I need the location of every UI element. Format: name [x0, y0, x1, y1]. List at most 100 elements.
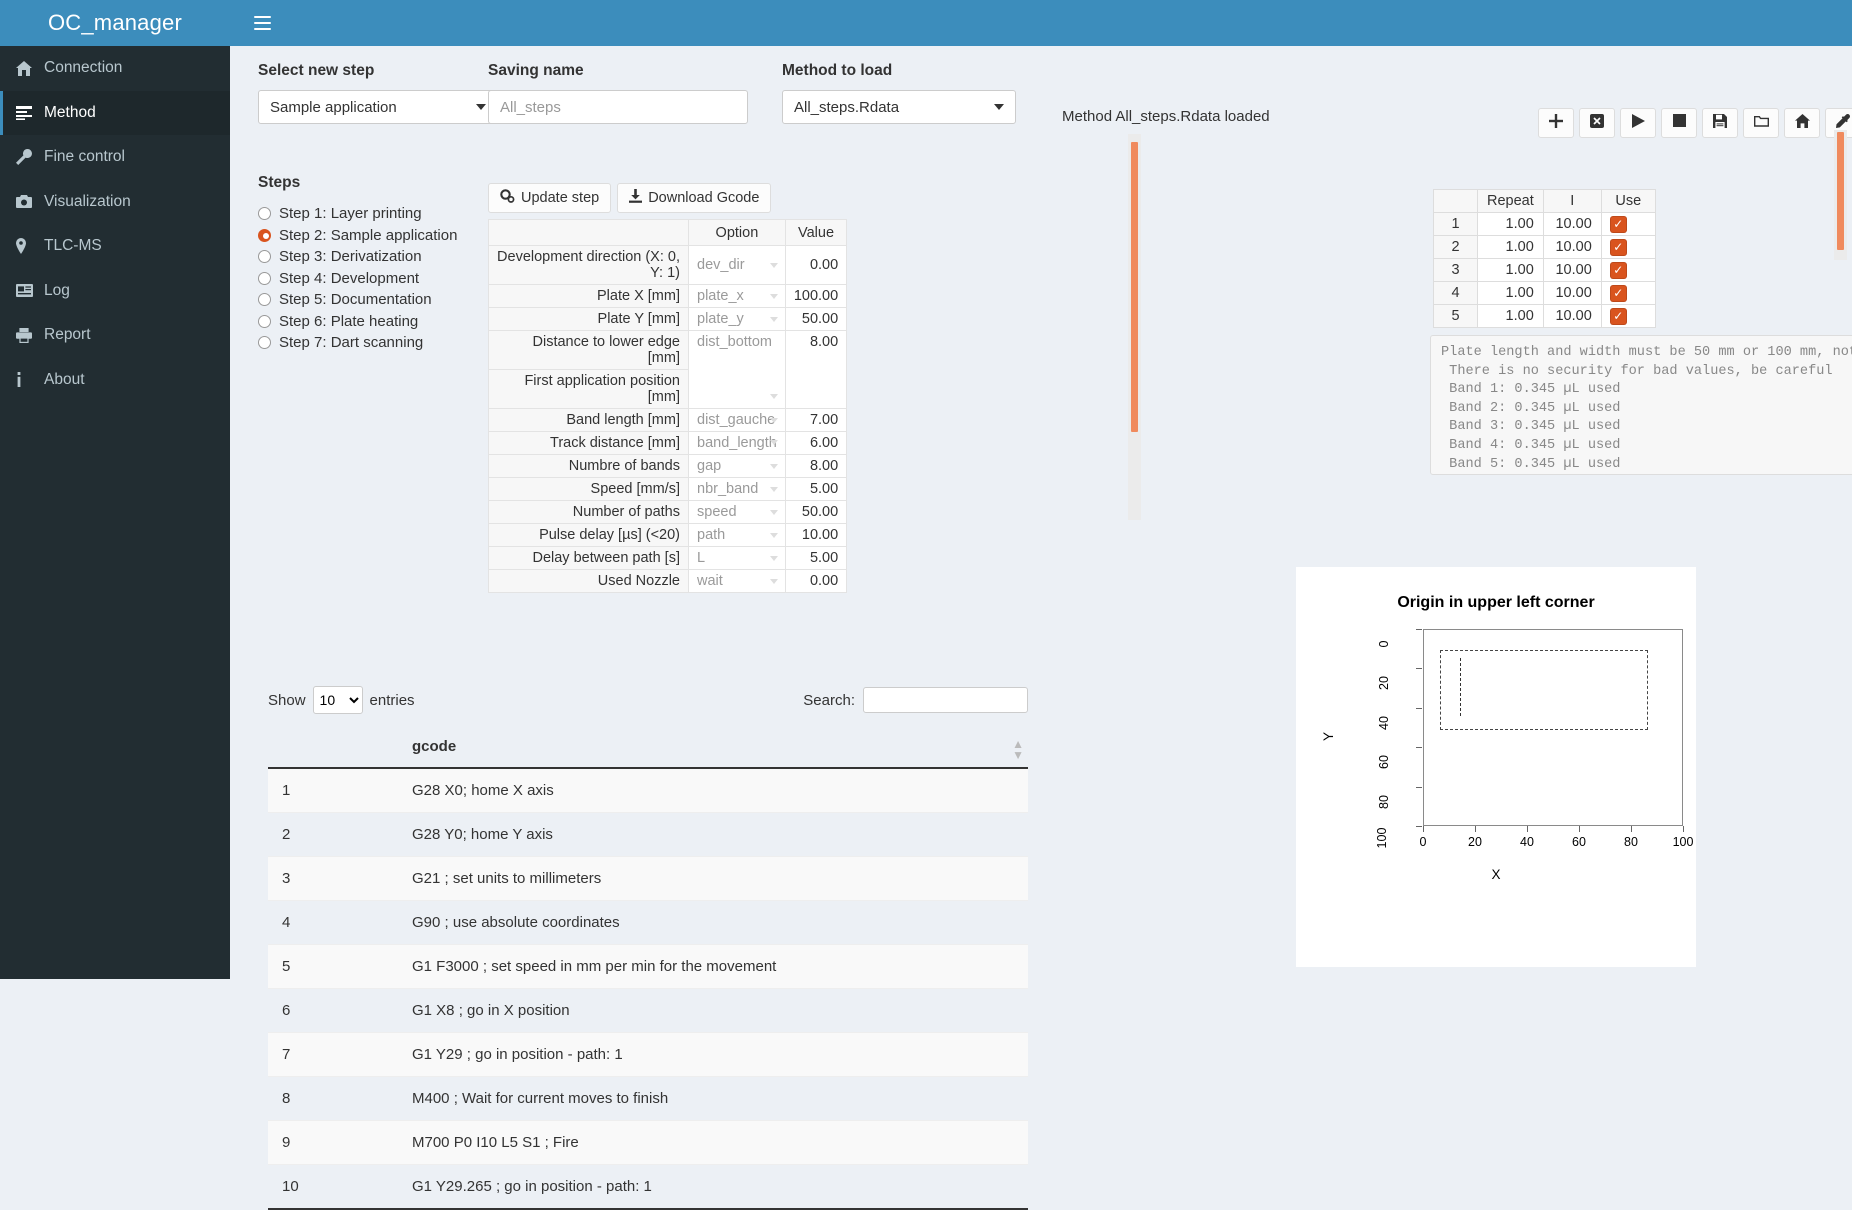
use-checkbox[interactable]: ✓ [1609, 215, 1627, 233]
step-radio-1[interactable]: Step 1: Layer printing [258, 203, 508, 225]
param-label: Track distance [mm] [488, 431, 689, 455]
param-value[interactable]: 10.00 [784, 523, 848, 547]
table-row: Development direction (X: 0, Y: 1) dev_d… [488, 245, 848, 285]
sidebar-item-method[interactable]: Method [0, 90, 230, 135]
step-radio-5[interactable]: Step 5: Documentation [258, 289, 508, 311]
step-radio-7[interactable]: Step 7: Dart scanning [258, 332, 508, 354]
use-checkbox[interactable]: ✓ [1609, 284, 1627, 302]
download-gcode-button[interactable]: Download Gcode [617, 183, 772, 213]
param-option[interactable]: speed [688, 500, 786, 524]
sidebar-item-visualization[interactable]: Visualization [0, 180, 230, 225]
param-value[interactable]: 0.00 [784, 569, 848, 593]
plot-y-axis-label: Y [1321, 731, 1337, 742]
row-intensity[interactable]: 10.00 [1542, 235, 1602, 259]
param-option[interactable]: plate_x [688, 284, 786, 308]
scrollbar-thumb[interactable] [1131, 142, 1138, 432]
open-folder-button[interactable] [1743, 108, 1779, 138]
save-button[interactable] [1702, 108, 1738, 138]
row-repeat[interactable]: 1.00 [1477, 235, 1544, 259]
repeat-table-scrollbar[interactable] [1128, 134, 1141, 520]
app-logo[interactable]: OC_manager [0, 0, 230, 46]
param-option[interactable]: plate_y [688, 307, 786, 331]
sidebar-item-log[interactable]: Log [0, 269, 230, 314]
param-value[interactable]: 50.00 [784, 500, 848, 524]
step-radio-2[interactable]: Step 2: Sample application [258, 225, 508, 247]
param-option[interactable]: dist_bottom [688, 330, 786, 409]
param-option[interactable]: gap [688, 454, 786, 478]
home-button[interactable] [1784, 108, 1820, 138]
param-option[interactable]: path [688, 523, 786, 547]
stop-button[interactable] [1661, 108, 1697, 138]
param-option[interactable]: dist_gauche [688, 408, 786, 432]
row-gcode: G28 Y0; home Y axis [346, 812, 1028, 857]
row-gcode: G1 F3000 ; set speed in mm per min for t… [346, 944, 1028, 989]
search-input[interactable] [863, 687, 1028, 713]
row-repeat[interactable]: 1.00 [1477, 304, 1544, 328]
repeat-index-header [1433, 189, 1478, 213]
sidebar-item-label: TLC-MS [44, 237, 102, 255]
main-content: Select new step Sample application Steps… [230, 46, 1852, 1210]
gcode-column-header[interactable]: gcode ▲ ▼ [346, 730, 1028, 769]
plot-x-axis-label: X [1491, 867, 1501, 882]
use-checkbox[interactable]: ✓ [1609, 307, 1627, 325]
newspaper-icon [16, 284, 44, 298]
row-intensity[interactable]: 10.00 [1542, 212, 1602, 236]
use-checkbox[interactable]: ✓ [1609, 238, 1627, 256]
select-new-step-dropdown[interactable]: Sample application [258, 90, 498, 124]
row-repeat[interactable]: 1.00 [1477, 258, 1544, 282]
param-value[interactable]: 8.00 [784, 454, 848, 478]
param-value[interactable]: 5.00 [784, 546, 848, 570]
param-label: Development direction (X: 0, Y: 1) [488, 245, 689, 285]
table-row: 10 G1 Y29.265 ; go in position - path: 1 [268, 1164, 1028, 1210]
step-radio-4[interactable]: Step 4: Development [258, 268, 508, 290]
param-value[interactable]: 6.00 [784, 431, 848, 455]
param-value[interactable]: 100.00 [784, 284, 848, 308]
param-option[interactable]: dev_dir [688, 245, 786, 285]
use-checkbox[interactable]: ✓ [1609, 261, 1627, 279]
row-intensity[interactable]: 10.00 [1542, 281, 1602, 305]
param-value[interactable]: 50.00 [784, 307, 848, 331]
saving-name-input[interactable]: All_steps [488, 90, 748, 124]
param-option[interactable]: band_length [688, 431, 786, 455]
param-option[interactable]: wait [688, 569, 786, 593]
plot-frame [1423, 629, 1683, 826]
row-intensity[interactable]: 10.00 [1542, 258, 1602, 282]
step-radio-6[interactable]: Step 6: Plate heating [258, 311, 508, 333]
search-control: Search: [803, 687, 1028, 713]
sidebar-item-fine-control[interactable]: Fine control [0, 135, 230, 180]
play-button[interactable] [1620, 108, 1656, 138]
parameters-table: Option Value Development direction (X: 0… [488, 219, 848, 593]
page-scrollbar[interactable] [1834, 130, 1847, 260]
sidebar-item-report[interactable]: Report [0, 313, 230, 358]
row-repeat[interactable]: 1.00 [1477, 212, 1544, 236]
stop-icon [1672, 114, 1686, 132]
gcode-table: gcode ▲ ▼ 1 G28 X0; home X axis 2 G28 Y0; h… [268, 730, 1028, 1210]
param-option-text: nbr_band [697, 481, 759, 497]
param-option-text: gap [697, 458, 722, 474]
chevron-down-icon [769, 464, 778, 469]
row-repeat[interactable]: 1.00 [1477, 281, 1544, 305]
delete-button[interactable] [1579, 108, 1615, 138]
table-row: 1 1.00 10.00 ✓ [1433, 212, 1656, 236]
sidebar-item-about[interactable]: About [0, 358, 230, 403]
scrollbar-thumb[interactable] [1837, 132, 1844, 250]
sidebar-item-tlc-ms[interactable]: TLC-MS [0, 224, 230, 269]
add-button[interactable] [1538, 108, 1574, 138]
page-length-select[interactable]: 102550100 [312, 686, 363, 714]
step-radio-3[interactable]: Step 3: Derivatization [258, 246, 508, 268]
param-value[interactable]: 0.00 [784, 245, 848, 285]
param-value[interactable]: 7.00 [784, 408, 848, 432]
download-gcode-label: Download Gcode [648, 190, 760, 206]
param-value[interactable]: 5.00 [784, 477, 848, 501]
param-value[interactable]: 8.00 [784, 330, 848, 409]
plot-x-tick [1475, 826, 1477, 832]
chevron-down-icon [769, 294, 778, 299]
sidebar-item-connection[interactable]: Connection [0, 46, 230, 91]
table-row: Pulse delay [µs] (<20) path 10.00 [488, 523, 848, 547]
param-option[interactable]: nbr_band [688, 477, 786, 501]
sidebar-toggle-button[interactable] [240, 0, 284, 46]
update-step-button[interactable]: Update step [488, 183, 612, 213]
row-intensity[interactable]: 10.00 [1542, 304, 1602, 328]
param-option[interactable]: L [688, 546, 786, 570]
method-to-load-dropdown[interactable]: All_steps.Rdata [782, 90, 1016, 124]
